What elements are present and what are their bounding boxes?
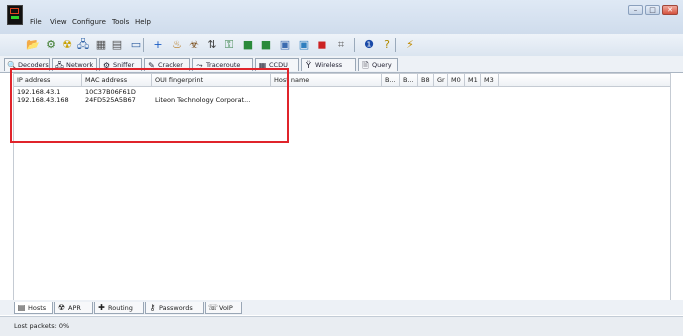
status-bar: Lost packets: 0% — [0, 316, 683, 336]
toolbar-separator — [354, 38, 355, 52]
bottom-tab-routing[interactable]: ✚ Routing — [94, 302, 144, 314]
menu-configure[interactable]: Configure — [72, 18, 106, 26]
app-logo-icon — [7, 5, 23, 25]
question-icon[interactable]: ? — [380, 38, 394, 52]
column-header[interactable]: M0 — [448, 74, 465, 86]
add-icon[interactable]: + — [151, 38, 165, 52]
tab-label: Hosts — [28, 304, 47, 312]
column-header[interactable]: B8 — [418, 74, 434, 86]
passwords-tab-icon: ⚷ — [149, 303, 156, 312]
query-icon[interactable]: ⌗ — [334, 38, 348, 52]
menu-help[interactable]: Help — [135, 18, 151, 26]
column-header[interactable]: Gr — [434, 74, 448, 86]
voip-tab-icon: ☏ — [208, 303, 219, 312]
hosts-tab-icon: ▤ — [17, 303, 26, 312]
menu-view[interactable]: View — [50, 18, 67, 26]
status-text: Lost packets: 0% — [14, 322, 70, 330]
toolbar-separator — [395, 38, 396, 52]
calc-icon[interactable]: ▣ — [278, 38, 292, 52]
minimize-button[interactable]: – — [628, 5, 643, 15]
column-header[interactable]: B... — [382, 74, 400, 86]
sniffer-start-icon[interactable]: ⚙ — [44, 38, 58, 52]
bottom-tab-voip[interactable]: ☏ VoIP — [205, 302, 242, 314]
decoder-icon[interactable]: ■ — [241, 38, 255, 52]
voip-icon[interactable]: ■ — [259, 38, 273, 52]
stop-icon[interactable]: ◼ — [315, 38, 329, 52]
cracker-icon[interactable]: ☣ — [187, 38, 201, 52]
open-icon[interactable]: 📂 — [26, 38, 40, 52]
lightning-icon[interactable]: ⚡ — [403, 38, 417, 52]
certificate-icon[interactable]: ⚿ — [222, 38, 236, 52]
routing-icon[interactable]: ⇅ — [205, 38, 219, 52]
menu-tools[interactable]: Tools — [112, 18, 129, 26]
tab-label: Routing — [108, 304, 133, 312]
toolbar-separator — [143, 38, 144, 52]
column-header[interactable]: B... — [400, 74, 418, 86]
hash-icon[interactable]: ♨ — [170, 38, 184, 52]
column-header[interactable]: M3 — [481, 74, 499, 86]
close-button[interactable]: ✕ — [662, 5, 678, 15]
menu-file[interactable]: File — [30, 18, 42, 26]
tab-label: Passwords — [159, 304, 193, 312]
bottom-tab-passwords[interactable]: ⚷ Passwords — [145, 302, 204, 314]
toolbar: 📂 ⚙ ☢ 🖧 ▦ ▤ ▭ + ♨ ☣ ⇅ ⚿ ■ ■ ▣ ▣ ◼ ⌗ ❶? ⚡ — [0, 34, 683, 57]
tab-label: Wireless — [315, 61, 343, 69]
bottom-tab-hosts[interactable]: ▤ Hosts — [14, 302, 53, 314]
highlight-annotation — [10, 68, 289, 143]
grid-icon[interactable]: ▤ — [110, 38, 124, 52]
apr-tab-icon: ☢ — [57, 303, 66, 312]
bottom-tab-strip: ▤ Hosts ☢ APR ✚ Routing ⚷ Passwords ☏ VoIP — [0, 300, 683, 315]
query-tab-icon: 🗎 — [362, 61, 369, 70]
tab-query[interactable]: 🗎 Query — [358, 58, 398, 71]
wireless-icon[interactable]: ▣ — [297, 38, 311, 52]
tab-label: VoIP — [219, 304, 233, 312]
tab-label: Query — [372, 61, 392, 69]
network-icon[interactable]: 🖧 — [76, 38, 90, 52]
bottom-tab-apr[interactable]: ☢ APR — [54, 302, 93, 314]
scan-icon[interactable]: ▦ — [94, 38, 108, 52]
wireless-tab-icon: Ÿ — [306, 61, 311, 70]
tab-label: APR — [68, 304, 81, 312]
help-icon[interactable]: ❶ — [362, 38, 376, 52]
maximize-button[interactable]: □ — [645, 5, 660, 15]
column-header[interactable]: M1 — [465, 74, 481, 86]
title-bar: File View Configure Tools Help – □ ✕ — [0, 0, 683, 34]
monitor-icon[interactable]: ▭ — [129, 38, 143, 52]
apr-icon[interactable]: ☢ — [60, 38, 74, 52]
routing-tab-icon: ✚ — [98, 303, 105, 312]
tab-wireless[interactable]: Ÿ Wireless — [301, 58, 356, 71]
